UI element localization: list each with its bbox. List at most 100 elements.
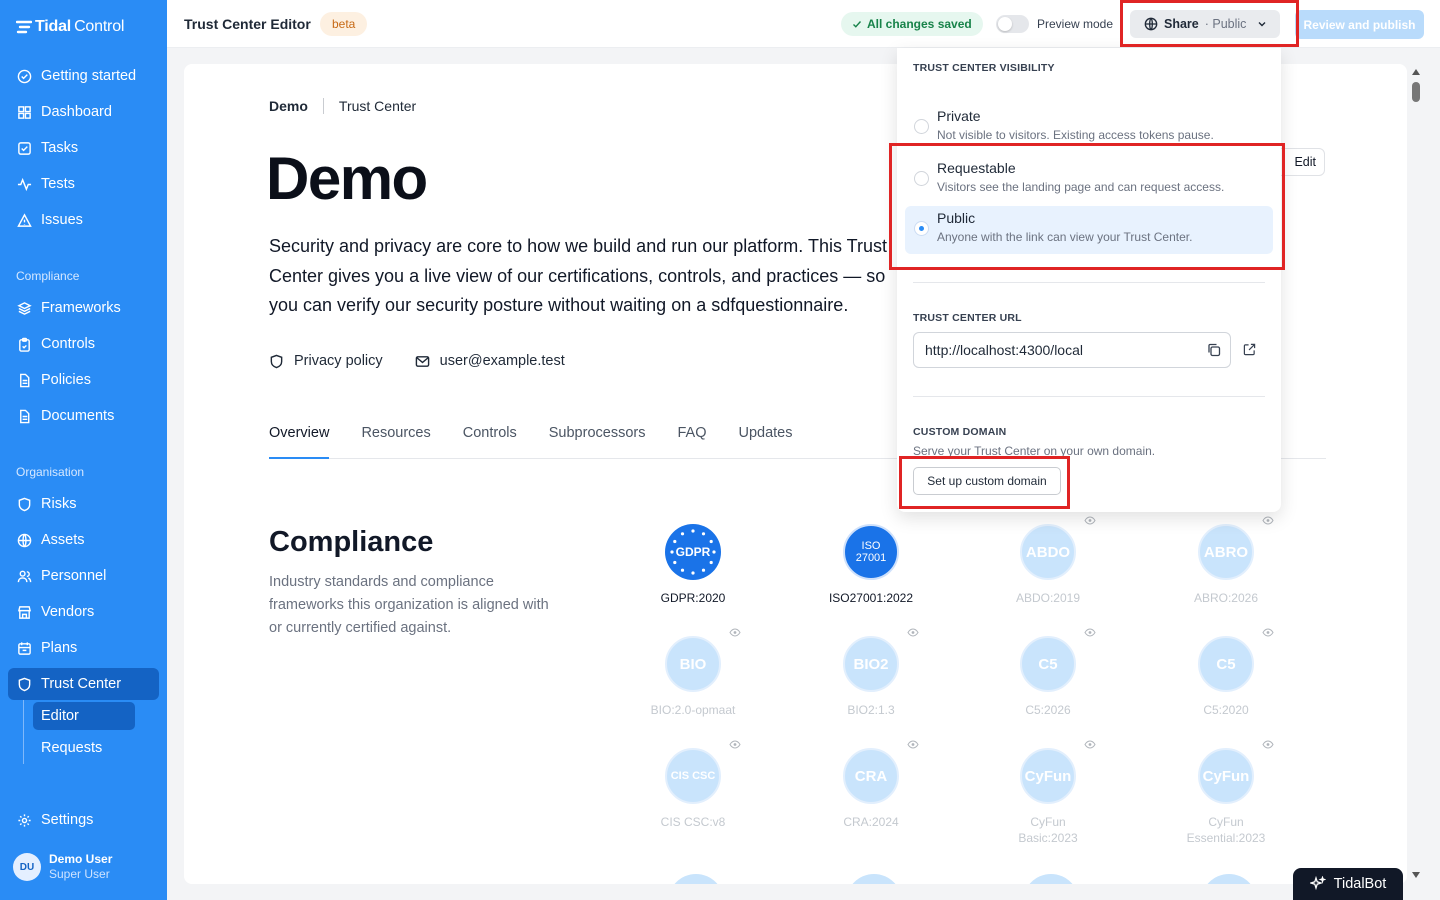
nav-settings[interactable]: Settings: [8, 804, 159, 836]
nav-label: Dashboard: [41, 104, 112, 120]
divider: [913, 396, 1265, 397]
nav-frameworks[interactable]: Frameworks: [8, 292, 159, 324]
shield-icon: [18, 497, 31, 511]
copy-icon[interactable]: [1207, 343, 1221, 357]
radio-button[interactable]: [914, 119, 929, 134]
framework-card[interactable]: C5 C5:2026: [973, 628, 1123, 718]
eye-icon[interactable]: [729, 740, 741, 749]
nav-risks[interactable]: Risks: [8, 488, 159, 520]
nav-getting-started[interactable]: Getting started: [8, 60, 159, 92]
nav-assets[interactable]: Assets: [8, 524, 159, 556]
nav-dashboard[interactable]: Dashboard: [8, 96, 159, 128]
breadcrumb-org[interactable]: Demo: [269, 98, 308, 114]
framework-card[interactable]: ABDO ABDO:2019: [973, 516, 1123, 606]
nav-label: Issues: [41, 212, 83, 228]
nav-plans[interactable]: Plans: [8, 632, 159, 664]
framework-label: ABRO:2026: [1193, 591, 1259, 605]
nav-trust-center[interactable]: Trust Center: [8, 668, 159, 700]
eye-icon[interactable]: [1262, 628, 1274, 637]
framework-card[interactable]: BIO BIO:2.0-opmaat: [618, 628, 768, 718]
nav-personnel[interactable]: Personnel: [8, 560, 159, 592]
eye-icon[interactable]: [729, 628, 741, 637]
visibility-option-private[interactable]: Private Not visible to visitors. Existin…: [905, 104, 1273, 152]
setup-custom-domain-button[interactable]: Set up custom domain: [913, 467, 1061, 495]
subnav-requests[interactable]: Requests: [33, 734, 135, 762]
nav-documents[interactable]: Documents: [8, 400, 159, 432]
external-link-icon[interactable]: [1243, 343, 1256, 356]
share-visibility: · Public: [1204, 17, 1247, 31]
layers-icon: [17, 301, 32, 315]
framework-card[interactable]: ABRO ABRO:2026: [1151, 516, 1301, 606]
framework-badge: CyFun: [1198, 748, 1254, 804]
framework-card[interactable]: CyFun CyFun Essential:2023: [1151, 740, 1301, 846]
tab-faq[interactable]: FAQ: [677, 424, 706, 459]
framework-badge-partial: [1201, 874, 1257, 884]
eye-icon[interactable]: [1262, 740, 1274, 749]
scroll-down-arrow[interactable]: [1412, 872, 1420, 878]
eye-icon[interactable]: [907, 628, 919, 637]
framework-card[interactable]: ISO 27001 ISO27001:2022: [796, 524, 946, 606]
visibility-option-public[interactable]: Public Anyone with the link can view you…: [905, 206, 1273, 254]
user-role: Super User: [49, 867, 110, 881]
framework-label: ABDO:2019: [1015, 591, 1081, 605]
nav-label: Documents: [41, 408, 115, 424]
logo-text-bold: Tidal: [35, 18, 72, 35]
check-circle-icon: [17, 69, 32, 83]
radio-button[interactable]: [914, 221, 929, 236]
tidalbot-label: TidalBot: [1333, 876, 1387, 892]
scrollbar[interactable]: [1409, 64, 1423, 884]
framework-label: BIO2:1.3: [847, 703, 895, 717]
tab-overview[interactable]: Overview: [269, 424, 330, 459]
framework-badge: CyFun: [1020, 748, 1076, 804]
tab-controls[interactable]: Controls: [463, 424, 517, 459]
users-icon: [17, 570, 32, 582]
toggle-knob: [998, 17, 1012, 31]
trust-center-url-field[interactable]: http://localhost:4300/local: [913, 332, 1231, 368]
tab-resources[interactable]: Resources: [361, 424, 430, 459]
framework-badge: ABRO: [1198, 524, 1254, 580]
nav-controls[interactable]: Controls: [8, 328, 159, 360]
framework-card[interactable]: BIO2 BIO2:1.3: [796, 628, 946, 718]
edit-button[interactable]: Edit: [1276, 148, 1325, 176]
subnav-editor[interactable]: Editor: [33, 702, 135, 730]
framework-label: CRA:2024: [843, 815, 899, 829]
nav-policies[interactable]: Policies: [8, 364, 159, 396]
visibility-option-requestable[interactable]: Requestable Visitors see the landing pag…: [905, 156, 1273, 204]
framework-card[interactable]: C5 C5:2020: [1151, 628, 1301, 718]
framework-card[interactable]: CIS CSC CIS CSC:v8: [618, 740, 768, 830]
scroll-up-arrow[interactable]: [1412, 69, 1420, 75]
email-link[interactable]: user@example.test: [415, 353, 565, 369]
nav-issues[interactable]: Issues: [8, 204, 159, 236]
nav-vendors[interactable]: Vendors: [8, 596, 159, 628]
tab-subprocessors[interactable]: Subprocessors: [549, 424, 646, 459]
framework-card[interactable]: CyFun CyFun Basic:2023: [973, 740, 1123, 846]
eye-icon[interactable]: [907, 740, 919, 749]
share-button[interactable]: Share · Public: [1130, 10, 1280, 38]
shield-icon: [18, 677, 31, 691]
eye-icon[interactable]: [1084, 516, 1096, 525]
eye-icon[interactable]: [1262, 516, 1274, 525]
eye-icon[interactable]: [1084, 740, 1096, 749]
nav-label: Frameworks: [41, 300, 121, 316]
logo-text-light: Control: [74, 18, 125, 35]
app-logo[interactable]: Tidal Control: [16, 18, 124, 36]
file-icon: [20, 409, 30, 423]
user-menu[interactable]: DU Demo User Super User: [13, 852, 112, 882]
preview-mode-toggle[interactable]: [996, 15, 1029, 33]
tab-updates[interactable]: Updates: [738, 424, 792, 459]
scroll-thumb[interactable]: [1412, 82, 1420, 102]
nav-tasks[interactable]: Tasks: [8, 132, 159, 164]
nav-label: Controls: [41, 336, 95, 352]
privacy-policy-link[interactable]: Privacy policy: [269, 353, 383, 369]
framework-card[interactable]: CRA CRA:2024: [796, 740, 946, 830]
custom-domain-heading: CUSTOM DOMAIN: [913, 426, 1007, 438]
review-publish-button[interactable]: Review and publish: [1295, 10, 1424, 39]
tidalbot-button[interactable]: TidalBot: [1293, 868, 1403, 900]
nav-tests[interactable]: Tests: [8, 168, 159, 200]
nav-label: Trust Center: [41, 676, 122, 692]
eye-icon[interactable]: [1084, 628, 1096, 637]
page-title: Trust Center Editor: [184, 16, 311, 32]
framework-badge-partial: [846, 874, 902, 884]
radio-button[interactable]: [914, 171, 929, 186]
framework-card[interactable]: GDPR GDPR:2020: [618, 524, 768, 606]
